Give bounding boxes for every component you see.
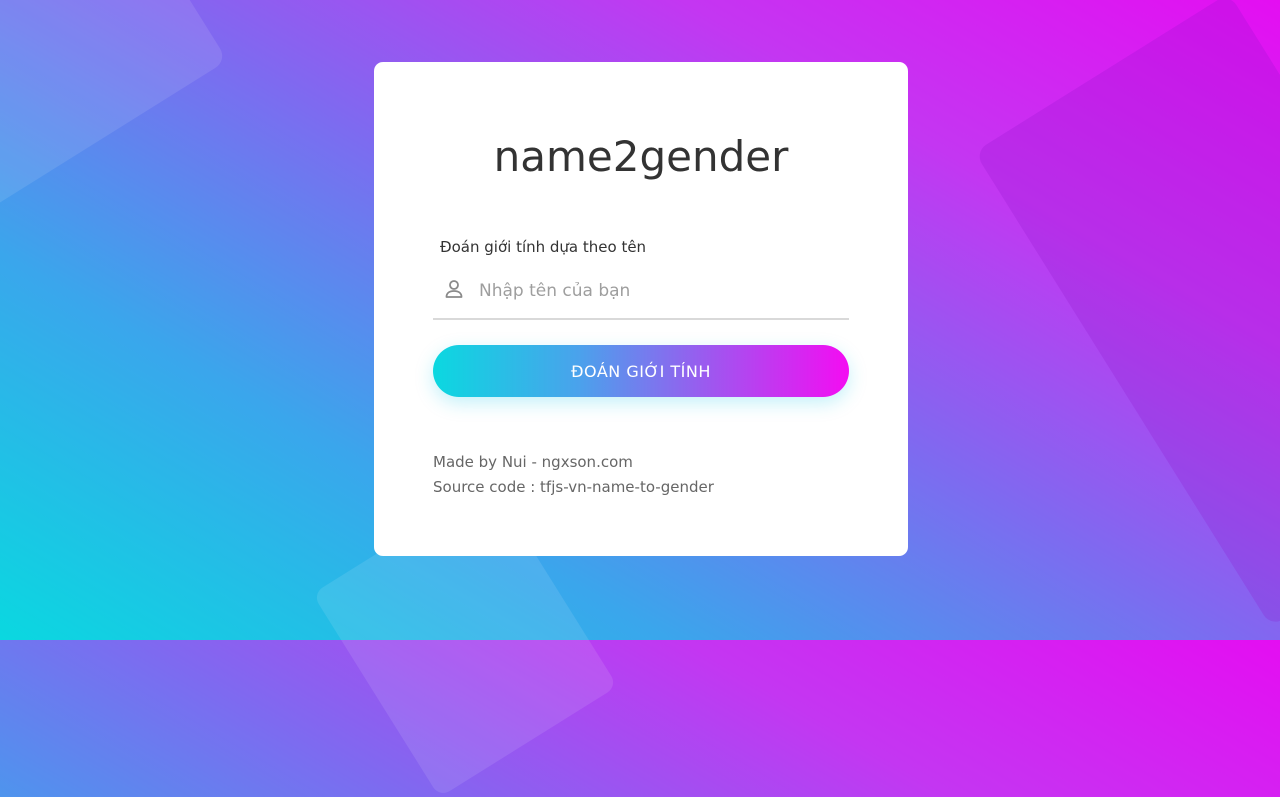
name-input-row	[433, 266, 849, 320]
credits: Made by Nui - ngxson.com Source code : t…	[433, 450, 714, 500]
background-shape-right	[974, 0, 1280, 627]
page-title: name2gender	[493, 132, 789, 181]
guess-gender-button[interactable]: ĐOÁN GIỚI TÍNH	[433, 345, 849, 397]
name-field-label: Đoán giới tính dựa theo tên	[440, 238, 647, 256]
background-shape-top-left	[0, 0, 228, 215]
made-by-link[interactable]: Made by Nui - ngxson.com	[433, 450, 714, 475]
name-input[interactable]	[477, 274, 841, 308]
main-card: name2gender Đoán giới tính dựa theo tên …	[374, 62, 908, 556]
user-icon	[444, 279, 464, 299]
source-code-link[interactable]: Source code : tfjs-vn-name-to-gender	[433, 475, 714, 500]
